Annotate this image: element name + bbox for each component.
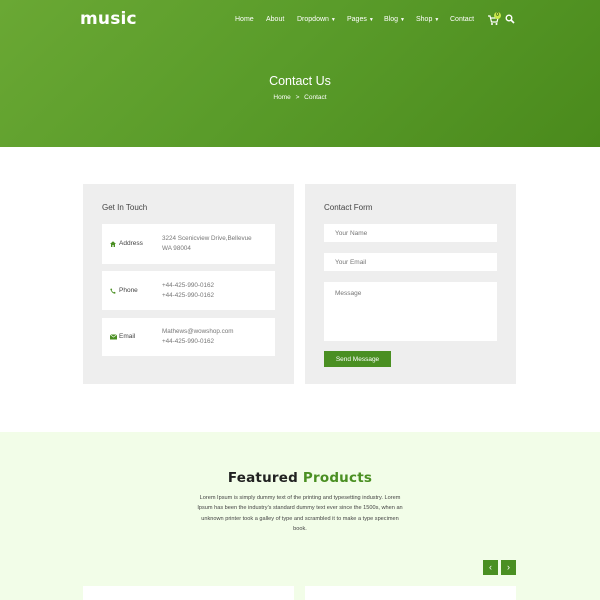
breadcrumb: Home > Contact (0, 94, 600, 101)
carousel-prev-button[interactable]: ‹ (483, 560, 498, 575)
nav-item-home[interactable]: Home (235, 16, 254, 23)
nav-label: About (266, 16, 285, 23)
address-value: 3224 Scenicview Drive,Bellevue WA 98004 (162, 234, 252, 254)
hero-banner: music Home About Dropdown ▼ Pages ▼ Blog ▼ … (0, 0, 600, 147)
nav-label: Contact (450, 16, 475, 23)
phone-icon (110, 288, 116, 294)
phone-line[interactable]: +44-425-990-0162 (162, 291, 214, 301)
name-field[interactable] (324, 224, 497, 242)
featured-products-section: Featured Products Lorem Ipsum is simply … (0, 432, 600, 600)
contact-info-panel: Get In Touch Address 3224 Scenicview Dri… (83, 184, 294, 384)
email-card: Email Mathews@wowshop.com +44-425-990-01… (102, 318, 275, 356)
nav-item-dropdown[interactable]: Dropdown ▼ (297, 16, 336, 23)
product-card[interactable] (83, 586, 294, 600)
email-value: Mathews@wowshop.com +44-425-990-0162 (162, 327, 234, 347)
featured-description: Lorem Ipsum is simply dummy text of the … (197, 495, 403, 533)
carousel-next-button[interactable]: › (501, 560, 516, 575)
nav-item-about[interactable]: About (266, 16, 284, 23)
send-message-button[interactable]: Send Message (324, 351, 391, 367)
nav-label: Pages (347, 16, 367, 23)
nav-label: Home (235, 16, 254, 23)
cart-count-badge: 0 (494, 12, 501, 19)
phone-label: Phone (119, 287, 138, 294)
chevron-down-icon: ▼ (434, 17, 440, 23)
page-title: Contact Us (269, 74, 331, 88)
nav-item-blog[interactable]: Blog ▼ (384, 16, 405, 23)
nav-label: Shop (416, 16, 433, 23)
chevron-down-icon: ▼ (400, 17, 405, 23)
nav-item-contact[interactable]: Contact (450, 16, 474, 23)
featured-title: Featured Products (0, 470, 600, 486)
featured-title-part1: Featured (227, 470, 298, 486)
address-line: WA 98004 (162, 244, 191, 252)
breadcrumb-separator: > (295, 94, 300, 101)
email-field[interactable] (324, 253, 497, 271)
phone-line[interactable]: +44-425-990-0162 (162, 281, 214, 291)
email-label: Email (119, 333, 136, 340)
home-icon (110, 241, 116, 247)
address-card: Address 3224 Scenicview Drive,Bellevue W… (102, 224, 275, 264)
product-card[interactable] (305, 586, 516, 600)
breadcrumb-home[interactable]: Home (273, 94, 290, 101)
nav-label: Dropdown (297, 16, 329, 23)
envelope-icon (110, 334, 117, 340)
contact-form-panel: Contact Form Send Message (305, 184, 516, 384)
phone-value: +44-425-990-0162 +44-425-990-0162 (162, 281, 214, 301)
search-icon[interactable] (505, 14, 515, 24)
featured-title-part2: Products (302, 470, 373, 486)
message-field[interactable] (324, 282, 497, 341)
nav-item-shop[interactable]: Shop ▼ (416, 16, 439, 23)
phone-card: Phone +44-425-990-0162 +44-425-990-0162 (102, 271, 275, 310)
chevron-down-icon: ▼ (368, 17, 374, 23)
address-label: Address (119, 240, 143, 247)
email-line[interactable]: Mathews@wowshop.com (162, 327, 234, 337)
nav-item-pages[interactable]: Pages ▼ (347, 16, 374, 23)
contact-form-title: Contact Form (324, 203, 373, 212)
email-line[interactable]: +44-425-990-0162 (162, 337, 234, 347)
breadcrumb-current: Contact (304, 94, 327, 101)
address-line: 3224 Scenicview Drive,Bellevue (162, 235, 252, 242)
nav-label: Blog (384, 16, 399, 23)
chevron-down-icon: ▼ (330, 17, 336, 23)
contact-info-title: Get In Touch (102, 203, 148, 212)
